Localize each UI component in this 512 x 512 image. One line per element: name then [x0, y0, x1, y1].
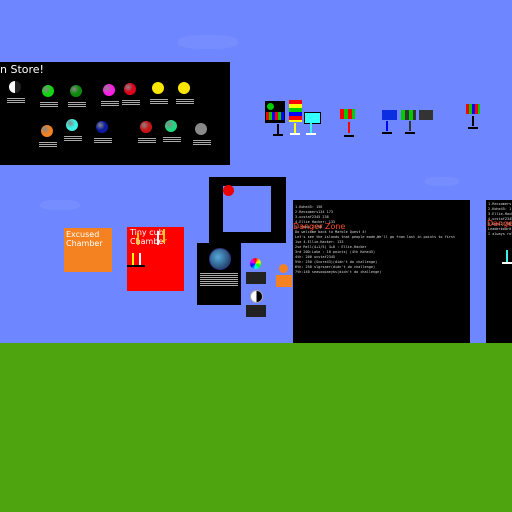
stick-figure: [310, 123, 312, 133]
yin-yang-icon[interactable]: [9, 81, 21, 93]
grass-ground: [0, 343, 512, 512]
magenta-orb-icon[interactable]: [103, 84, 115, 96]
tiny-chamber-sign: Tiny cub Chamber: [127, 227, 184, 291]
earth-marble-icon[interactable]: [209, 248, 231, 270]
pad: [344, 135, 354, 137]
store-title: n Store!: [0, 63, 44, 76]
leaderboard-line: 7th:140 seasoopaeyks(didn't do challenge…: [295, 270, 382, 274]
item-description: [150, 99, 168, 109]
item-description: [163, 137, 181, 147]
store-board: n Store!: [0, 62, 230, 165]
navy-orb-icon[interactable]: [96, 121, 108, 133]
cyan-block: [304, 112, 321, 124]
red-orb-icon[interactable]: [124, 83, 136, 95]
item-description: [176, 99, 194, 109]
leaderboard-line: 3.ucstaf2345 238: [295, 215, 329, 219]
item-description: [122, 100, 140, 110]
pad: [127, 265, 145, 267]
item-description: [7, 98, 25, 108]
smiley-icon[interactable]: [178, 82, 190, 94]
item-description: [68, 102, 86, 112]
leaderboard-line: 3rd 20D:Lake : 10 points) (4th Kohe45): [295, 250, 376, 254]
stick-figure: [277, 124, 279, 134]
leaderboard-line: 4th: 200 ucstaf2345: [295, 255, 336, 259]
pad: [468, 127, 478, 129]
leaderboard-line: 1.Recsomers: [488, 202, 512, 206]
cyan-orb-icon[interactable]: [66, 119, 78, 131]
dark-green-orb-icon[interactable]: [70, 85, 82, 97]
leaderboard-line: I always roll on: [488, 232, 512, 236]
checkered-marble-icon[interactable]: [266, 112, 284, 120]
description-text: [200, 273, 238, 286]
rainbow-block: [289, 100, 302, 122]
pad: [382, 132, 392, 134]
leaderboard-line: 6th: 250 slgrsaer(didn't do challenge): [295, 265, 376, 269]
orange-orb-icon[interactable]: [41, 125, 53, 137]
grey-orb-icon[interactable]: [195, 123, 207, 135]
blue-block: [382, 110, 397, 120]
leaderboard-line: 5th: 250 (Score43)(didn't do challenge): [295, 260, 378, 264]
leaderboard-line: 2.Kohe45: 1: [488, 207, 512, 211]
excused-chamber-label: Excused Chamber: [66, 230, 103, 248]
green-marble-icon[interactable]: [267, 103, 274, 110]
item-description: [193, 140, 211, 150]
item-description: [94, 138, 112, 148]
leaderboard-line: 2.Recsomers134 173: [295, 210, 333, 214]
stick-figure: [409, 121, 411, 131]
danger-zone-label-right: Danger: [487, 219, 512, 228]
red-marble[interactable]: [223, 185, 234, 196]
pad: [273, 134, 283, 136]
orange-marble-icon[interactable]: [279, 264, 288, 273]
pad: [306, 133, 316, 135]
pad: [405, 132, 415, 134]
leaderboard-line: Let's see the islands that people made,W…: [295, 235, 456, 239]
leaderboard-line: 3.Ellie-Hacker: [488, 212, 512, 216]
green-orb-icon[interactable]: [42, 85, 54, 97]
stick-figure: [137, 233, 139, 245]
stick-figure: [132, 253, 134, 265]
stick-figure: [506, 250, 508, 262]
stick-figure: [472, 116, 474, 126]
item-description: [101, 101, 119, 111]
red-helmet-icon[interactable]: [140, 121, 152, 133]
cloud: [425, 177, 459, 186]
grey-block: [419, 110, 433, 120]
green-block: [401, 110, 416, 120]
cloud: [40, 200, 80, 210]
pad: [290, 133, 300, 135]
smiley-icon[interactable]: [152, 82, 164, 94]
item-description: [40, 102, 58, 112]
stick-figure: [294, 123, 296, 133]
danger-zone-label: Danger Zone: [293, 222, 346, 231]
red-green-block: [340, 109, 355, 119]
orange-block: [276, 275, 292, 287]
stick-figure: [139, 253, 141, 265]
stick-figure: [386, 121, 388, 131]
excused-chamber-sign: Excused Chamber: [64, 228, 112, 272]
info-pad: [246, 272, 266, 284]
cloud: [178, 35, 238, 49]
stick-figure: [348, 122, 350, 133]
leaderboard-line: 1se 4.Ellie-Hacker: 133: [295, 240, 344, 244]
checker-block: [466, 104, 480, 114]
green-face-icon[interactable]: [165, 120, 177, 132]
leaderboard-line: 2se Rell(4+1/5) 4+0 : Ellie-Hacker: [295, 245, 367, 249]
item-description: [138, 138, 156, 148]
info-pad: [246, 305, 266, 317]
stick-figure: [163, 229, 165, 243]
earth-display: [197, 243, 241, 305]
rainbow-marble-icon[interactable]: [250, 258, 261, 269]
stick-figure: [157, 231, 159, 245]
leaderboard-line: 1.Kohe45: 156: [295, 205, 323, 209]
item-description: [64, 136, 82, 146]
black-frame: [209, 177, 286, 243]
game-viewport[interactable]: n Store! Excused Chamber Tiny cub Chambe…: [0, 0, 512, 512]
yin-yang-marble-icon[interactable]: [250, 290, 263, 303]
item-description: [39, 142, 57, 152]
pad: [502, 262, 512, 264]
